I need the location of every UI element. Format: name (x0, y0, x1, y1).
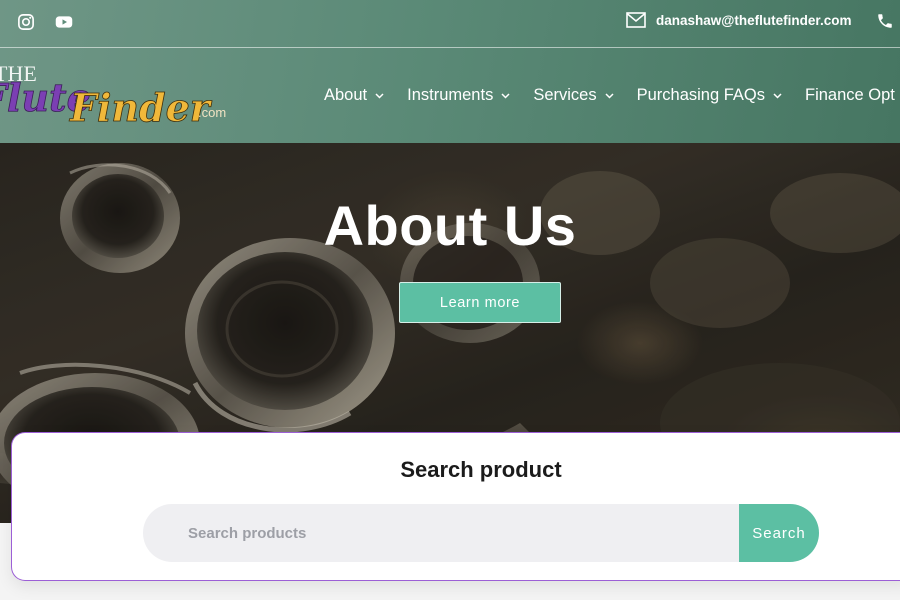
nav-item-instruments[interactable]: Instruments (407, 86, 510, 105)
chevron-down-icon (375, 92, 384, 99)
logo-domain: .com (198, 105, 226, 120)
nav-item-label: Services (533, 86, 597, 104)
nav-item-label: About (324, 86, 368, 104)
social-links (17, 13, 73, 31)
youtube-icon[interactable] (55, 13, 73, 31)
nav-item-services[interactable]: Services (533, 86, 614, 105)
contact-email[interactable]: danashaw@theflutefinder.com (626, 12, 851, 28)
nav-item-about[interactable]: About (324, 86, 384, 105)
nav-item-label: Purchasing FAQs (636, 86, 765, 104)
main-nav: About Instruments Services Purchasing FA… (324, 86, 900, 105)
chevron-down-icon (501, 92, 510, 99)
instagram-icon[interactable] (17, 13, 35, 31)
search-input[interactable] (143, 504, 763, 562)
top-bar: danashaw@theflutefinder.com (0, 0, 900, 48)
search-product-card: Search product Search (11, 432, 900, 581)
search-product-title: Search product (400, 457, 562, 482)
nav-item-purchasing-faqs[interactable]: Purchasing FAQs (637, 86, 782, 105)
phone-icon[interactable] (876, 12, 894, 30)
chevron-down-icon (773, 92, 782, 99)
email-link[interactable]: danashaw@theflutefinder.com (656, 13, 851, 28)
chevron-down-icon (605, 92, 614, 99)
nav-item-label: Instruments (407, 86, 494, 104)
site-header: danashaw@theflutefinder.com THE Flute Fi… (0, 0, 900, 143)
nav-item-label: Finance Opt (805, 86, 895, 104)
hero-title: About Us (323, 194, 577, 257)
logo-finder: Finder (69, 85, 213, 130)
logo[interactable]: THE Flute Finder .com (0, 56, 240, 131)
search-button[interactable]: Search (739, 504, 819, 562)
search-form: Search (143, 504, 819, 562)
mail-icon[interactable] (626, 12, 646, 28)
learn-more-button[interactable]: Learn more (399, 282, 561, 323)
nav-item-finance-options[interactable]: Finance Opt (805, 86, 895, 105)
